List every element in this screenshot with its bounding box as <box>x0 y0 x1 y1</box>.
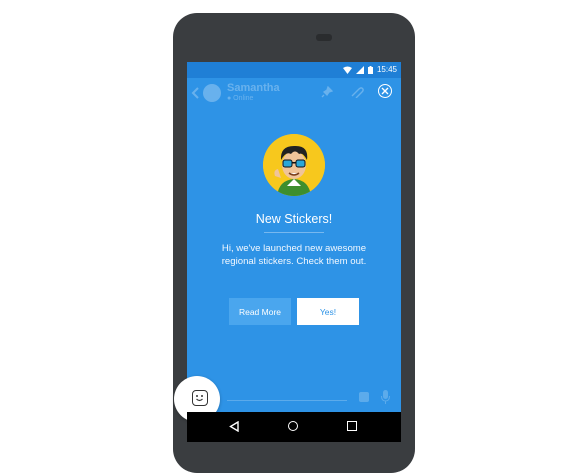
chat-subtitle: ● Online <box>227 95 254 102</box>
chat-app-bar: Samantha ● Online <box>187 78 401 108</box>
signal-icon <box>355 65 364 74</box>
emoji-icon <box>359 392 369 402</box>
pin-icon[interactable] <box>321 86 333 98</box>
attach-icon[interactable] <box>350 86 364 98</box>
read-more-button[interactable]: Read More <box>229 298 291 325</box>
nav-recent-icon[interactable] <box>347 421 357 431</box>
sticker-character-icon <box>263 134 325 196</box>
sticker-character-avatar <box>263 134 325 196</box>
status-time: 15:45 <box>376 65 397 74</box>
close-button[interactable] <box>378 84 392 98</box>
chat-avatar[interactable] <box>203 84 221 102</box>
nav-home-icon[interactable] <box>288 421 298 431</box>
popup-title: New Stickers! <box>255 212 333 226</box>
battery-icon <box>367 65 373 74</box>
sticker-icon <box>192 390 208 406</box>
popup-message: Hi, we've launched new awesome regional … <box>221 243 367 268</box>
nav-back-icon[interactable] <box>229 421 239 432</box>
chat-title: Samantha <box>227 82 280 94</box>
yes-button[interactable]: Yes! <box>297 298 359 325</box>
status-bar: 15:45 <box>187 62 401 78</box>
wifi-icon <box>342 66 352 74</box>
phone-screen: 15:45 Samantha ● Online New Stickers! Hi… <box>187 62 401 442</box>
android-nav-bar <box>187 412 401 442</box>
message-input-line <box>227 400 347 401</box>
close-icon <box>381 87 389 95</box>
mic-icon[interactable] <box>381 390 390 404</box>
back-chevron-icon[interactable] <box>191 87 199 99</box>
phone-speaker <box>316 34 332 41</box>
title-divider <box>264 232 324 233</box>
